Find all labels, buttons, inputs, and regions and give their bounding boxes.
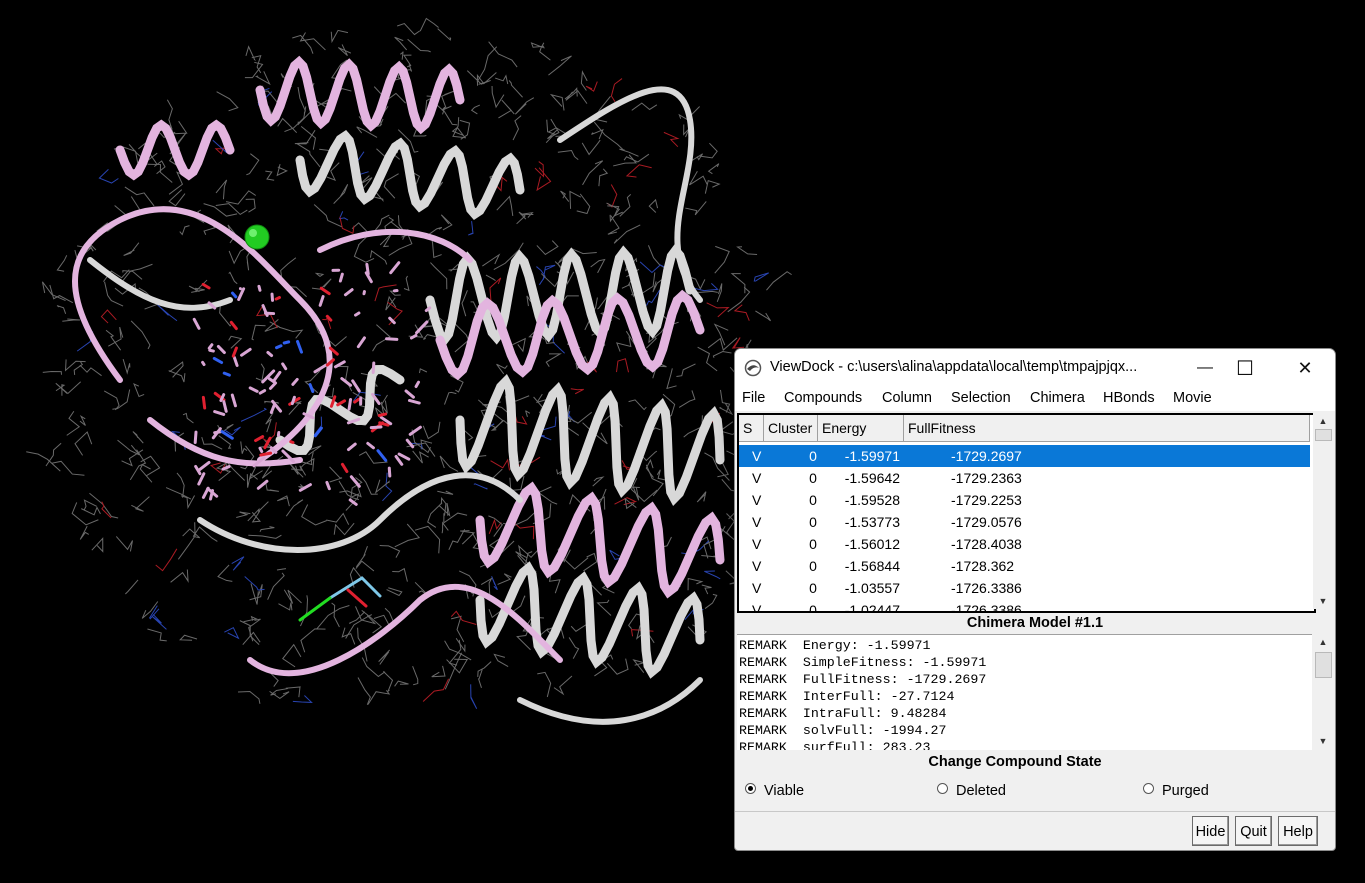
viewdock-window[interactable]: ViewDock - c:\users\alina\appdata\local\… — [734, 348, 1336, 851]
menu-bar: File Compounds Column Selection Chimera … — [735, 387, 1335, 411]
menu-selection[interactable]: Selection — [951, 390, 1011, 406]
scroll-thumb[interactable] — [1315, 652, 1332, 678]
remark-line: REMARK surfFull: 283.23 — [739, 740, 931, 750]
cell-fullfitness: -1729.0576 — [951, 514, 1022, 530]
cell-energy: -1.02447 — [844, 602, 900, 613]
scroll-up-icon[interactable]: ▲ — [1313, 634, 1333, 650]
radio-unchecked-icon — [1143, 783, 1154, 794]
divider — [735, 811, 1335, 812]
menu-movie[interactable]: Movie — [1173, 390, 1212, 406]
minimize-icon: — — [1197, 359, 1213, 376]
cell-s: V — [752, 448, 762, 464]
table-row[interactable]: V 0 -1.59528 -1729.2253 — [739, 489, 1310, 511]
cell-energy: -1.56012 — [844, 536, 900, 552]
cell-energy: -1.59971 — [844, 448, 900, 464]
remark-line: REMARK solvFull: -1994.27 — [739, 723, 947, 738]
cell-energy: -1.59642 — [844, 470, 900, 486]
column-header-fullfitness[interactable]: FullFitness — [904, 415, 1310, 441]
cell-s: V — [752, 602, 762, 613]
cell-s: V — [752, 580, 762, 596]
table-scrollbar[interactable]: ▲ ▼ — [1313, 413, 1333, 609]
table-header: S Cluster Energy FullFitness — [739, 415, 1310, 442]
title-bar[interactable]: ViewDock - c:\users\alina\appdata\local\… — [735, 349, 1335, 387]
scroll-down-icon[interactable]: ▼ — [1313, 733, 1333, 749]
cell-fullfitness: -1728.362 — [951, 558, 1015, 574]
radio-label: Purged — [1162, 783, 1209, 799]
menu-chimera[interactable]: Chimera — [1030, 390, 1085, 406]
cell-cluster: 0 — [809, 470, 817, 486]
cell-s: V — [752, 558, 762, 574]
table-row[interactable]: V 0 -1.02447 -1726.3386 — [739, 599, 1310, 613]
cell-cluster: 0 — [809, 536, 817, 552]
remark-line: REMARK SimpleFitness: -1.59971 — [739, 655, 987, 670]
cell-fullfitness: -1729.2363 — [951, 470, 1022, 486]
cell-fullfitness: -1729.2253 — [951, 492, 1022, 508]
quit-button[interactable]: Quit — [1235, 816, 1272, 846]
column-header-s[interactable]: S — [739, 415, 764, 441]
table-row[interactable]: V 0 -1.59971 -1729.2697 — [739, 445, 1310, 467]
remarks-text[interactable]: REMARK Energy: -1.59971 REMARK SimpleFit… — [737, 634, 1312, 750]
cell-cluster: 0 — [809, 514, 817, 530]
cell-s: V — [752, 536, 762, 552]
radio-unchecked-icon — [937, 783, 948, 794]
scroll-up-icon[interactable]: ▲ — [1313, 413, 1333, 429]
cell-cluster: 0 — [809, 558, 817, 574]
close-button[interactable]: ✕ — [1281, 349, 1329, 387]
remark-line: REMARK IntraFull: 9.48284 — [739, 706, 947, 721]
cell-cluster: 0 — [809, 602, 817, 613]
cell-fullfitness: -1729.2697 — [951, 448, 1022, 464]
cell-energy: -1.03557 — [844, 580, 900, 596]
cell-cluster: 0 — [809, 448, 817, 464]
table-row[interactable]: V 0 -1.56012 -1728.4038 — [739, 533, 1310, 555]
column-header-cluster[interactable]: Cluster — [764, 415, 818, 441]
cell-cluster: 0 — [809, 580, 817, 596]
radio-label: Viable — [764, 783, 805, 799]
maximize-button[interactable]: ☐ — [1221, 349, 1269, 387]
radio-deleted[interactable]: Deleted — [937, 783, 1006, 799]
radio-checked-icon — [745, 783, 756, 794]
menu-compounds[interactable]: Compounds — [784, 390, 862, 406]
chimera-app-icon — [744, 359, 762, 377]
compound-table[interactable]: S Cluster Energy FullFitness V 0 -1.59971 -… — [737, 413, 1316, 613]
column-header-energy[interactable]: Energy — [818, 415, 904, 441]
scroll-thumb[interactable] — [1315, 429, 1332, 441]
help-button[interactable]: Help — [1278, 816, 1318, 846]
cell-s: V — [752, 514, 762, 530]
table-row[interactable]: V 0 -1.53773 -1729.0576 — [739, 511, 1310, 533]
cell-s: V — [752, 470, 762, 486]
remarks-scrollbar[interactable]: ▲ ▼ — [1313, 634, 1333, 749]
close-icon: ✕ — [1297, 357, 1313, 378]
state-title: Change Compound State — [928, 754, 1102, 770]
cell-fullfitness: -1728.4038 — [951, 536, 1022, 552]
cell-energy: -1.59528 — [844, 492, 900, 508]
table-row[interactable]: V 0 -1.03557 -1726.3386 — [739, 577, 1310, 599]
cell-cluster: 0 — [809, 492, 817, 508]
remark-line: REMARK FullFitness: -1729.2697 — [739, 672, 987, 687]
hide-button[interactable]: Hide — [1192, 816, 1229, 846]
radio-label: Deleted — [956, 783, 1006, 799]
cell-energy: -1.56844 — [844, 558, 900, 574]
menu-file[interactable]: File — [742, 390, 765, 406]
menu-column[interactable]: Column — [882, 390, 932, 406]
ion-sphere — [244, 224, 270, 250]
radio-purged[interactable]: Purged — [1143, 783, 1209, 799]
remark-line: REMARK Energy: -1.59971 — [739, 638, 931, 653]
radio-viable[interactable]: Viable — [745, 783, 804, 799]
menu-hbonds[interactable]: HBonds — [1103, 390, 1155, 406]
table-row[interactable]: V 0 -1.56844 -1728.362 — [739, 555, 1310, 577]
remark-line: REMARK InterFull: -27.7124 — [739, 689, 955, 704]
table-row[interactable]: V 0 -1.59642 -1729.2363 — [739, 467, 1310, 489]
model-title: Chimera Model #1.1 — [966, 615, 1104, 631]
cell-s: V — [752, 492, 762, 508]
window-title: ViewDock - c:\users\alina\appdata\local\… — [770, 359, 1138, 375]
cell-fullfitness: -1726.3386 — [951, 580, 1022, 596]
cell-energy: -1.53773 — [844, 514, 900, 530]
scroll-down-icon[interactable]: ▼ — [1313, 593, 1333, 609]
maximize-icon: ☐ — [1236, 357, 1254, 380]
cell-fullfitness: -1726.3386 — [951, 602, 1022, 613]
